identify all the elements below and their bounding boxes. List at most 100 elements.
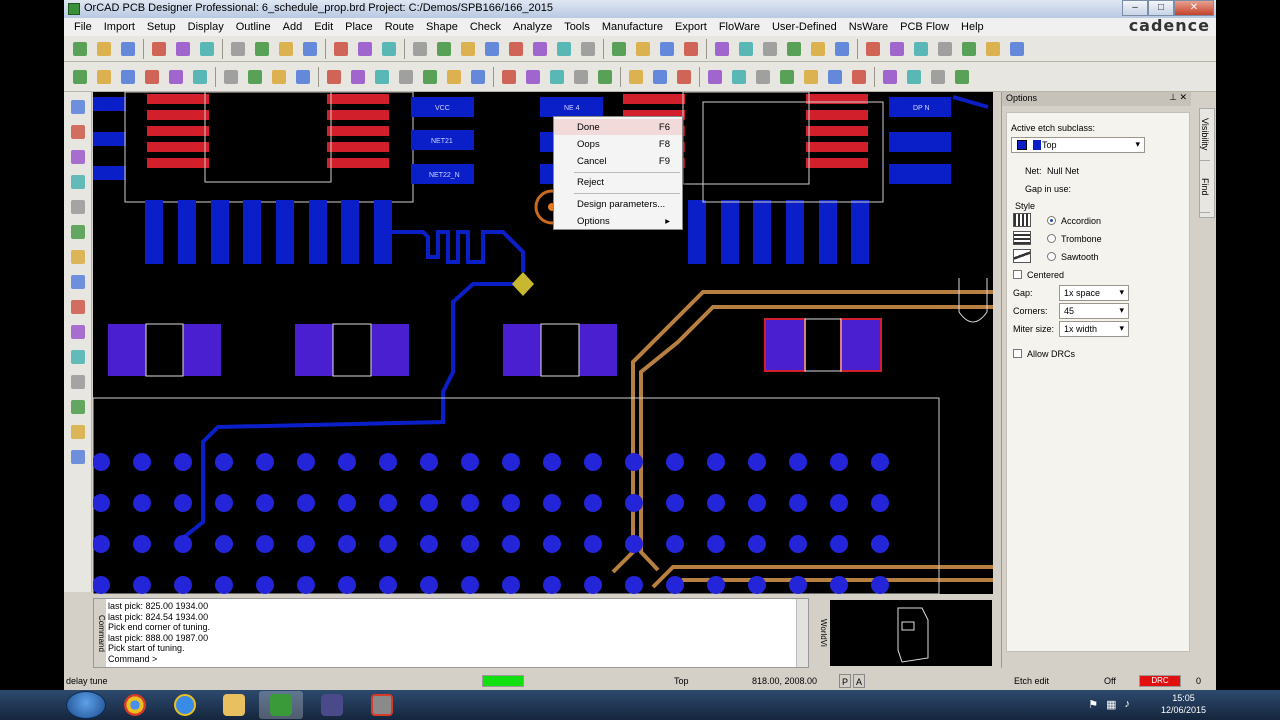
clock[interactable]: 15:05 12/06/2015: [1161, 692, 1206, 716]
toolbar-tool-icon[interactable]: [904, 67, 924, 87]
toolbar-tool-icon[interactable]: [444, 67, 464, 87]
toolbar-tool-icon[interactable]: [468, 67, 488, 87]
toolbar-tool-icon[interactable]: [825, 67, 845, 87]
side-tool-icon[interactable]: [68, 347, 88, 367]
menu-pcb-flow[interactable]: PCB Flow: [894, 21, 955, 33]
toolbar-tool-icon[interactable]: [863, 39, 883, 59]
toolbar-tool-icon[interactable]: [626, 67, 646, 87]
toolbar-tool-icon[interactable]: [372, 67, 392, 87]
toolbar-tool-icon[interactable]: [94, 39, 114, 59]
toolbar-tool-icon[interactable]: [324, 67, 344, 87]
menu-item-reject[interactable]: Reject: [554, 174, 682, 190]
toolbar-tool-icon[interactable]: [276, 39, 296, 59]
toolbar-tool-icon[interactable]: [753, 67, 773, 87]
corners-select[interactable]: 45: [1059, 303, 1129, 319]
toolbar-tool-icon[interactable]: [499, 67, 519, 87]
start-button[interactable]: [66, 691, 106, 719]
toolbar-tool-icon[interactable]: [849, 67, 869, 87]
toolbar-tool-icon[interactable]: [832, 39, 852, 59]
menu-item-options[interactable]: Options ▸: [554, 213, 682, 229]
menu-outline[interactable]: Outline: [230, 21, 277, 33]
toolbar-tool-icon[interactable]: [887, 39, 907, 59]
menu-nsware[interactable]: NsWare: [843, 21, 894, 33]
toolbar-tool-icon[interactable]: [190, 67, 210, 87]
toolbar-tool-icon[interactable]: [348, 67, 368, 87]
explorer-icon[interactable]: [212, 691, 256, 719]
menu-item-done[interactable]: Done F6: [554, 119, 682, 135]
toolbar-tool-icon[interactable]: [578, 39, 598, 59]
menu-item-cancel[interactable]: Cancel F9: [554, 153, 682, 169]
side-tool-icon[interactable]: [68, 397, 88, 417]
toolbar-tool-icon[interactable]: [458, 39, 478, 59]
toolbar-tool-icon[interactable]: [736, 39, 756, 59]
toolbar-tool-icon[interactable]: [681, 39, 701, 59]
toolbar-tool-icon[interactable]: [935, 39, 955, 59]
trombone-radio[interactable]: [1047, 234, 1056, 243]
toolbar-tool-icon[interactable]: [166, 67, 186, 87]
menu-tools[interactable]: Tools: [558, 21, 596, 33]
toolbar-tool-icon[interactable]: [928, 67, 948, 87]
toolbar-tool-icon[interactable]: [245, 67, 265, 87]
toolbar-tool-icon[interactable]: [777, 67, 797, 87]
maximize-button[interactable]: □: [1148, 0, 1174, 16]
side-tool-icon[interactable]: [68, 297, 88, 317]
menu-route[interactable]: Route: [379, 21, 420, 33]
toolbar-tool-icon[interactable]: [674, 67, 694, 87]
toolbar-tool-icon[interactable]: [547, 67, 567, 87]
toolbar-tool-icon[interactable]: [228, 39, 248, 59]
pcb-designer-taskbar-icon[interactable]: [259, 691, 303, 719]
side-tool-icon[interactable]: [68, 422, 88, 442]
toolbar-tool-icon[interactable]: [300, 39, 320, 59]
toolbar-tool-icon[interactable]: [506, 39, 526, 59]
toolbar-tool-icon[interactable]: [959, 39, 979, 59]
tab-visibility[interactable]: Visibility: [1200, 109, 1210, 161]
side-tool-icon[interactable]: [68, 122, 88, 142]
active-etch-select[interactable]: Top: [1011, 137, 1145, 153]
toolbar-tool-icon[interactable]: [149, 39, 169, 59]
toolbar-tool-icon[interactable]: [784, 39, 804, 59]
gap-select[interactable]: 1x space: [1059, 285, 1129, 301]
side-tool-icon[interactable]: [68, 172, 88, 192]
menu-analyze[interactable]: Analyze: [507, 21, 558, 33]
chrome-icon[interactable]: [113, 691, 157, 719]
minimize-button[interactable]: –: [1122, 0, 1148, 16]
menu-import[interactable]: Import: [98, 21, 141, 33]
toolbar-tool-icon[interactable]: [252, 39, 272, 59]
toolbar-tool-icon[interactable]: [221, 67, 241, 87]
toolbar-tool-icon[interactable]: [554, 39, 574, 59]
menu-edit[interactable]: Edit: [308, 21, 339, 33]
status-a[interactable]: A: [853, 674, 866, 688]
menu-user-defined[interactable]: User-Defined: [766, 21, 843, 33]
side-tool-icon[interactable]: [68, 222, 88, 242]
miter-select[interactable]: 1x width: [1059, 321, 1129, 337]
toolbar-tool-icon[interactable]: [396, 67, 416, 87]
menu-shape[interactable]: Shape: [420, 21, 464, 33]
toolbar-tool-icon[interactable]: [571, 67, 591, 87]
network-icon[interactable]: ▦: [1106, 698, 1116, 711]
toolbar-tool-icon[interactable]: [530, 39, 550, 59]
toolbar-tool-icon[interactable]: [609, 39, 629, 59]
status-p[interactable]: P: [839, 674, 852, 688]
world-view-minimap[interactable]: [830, 600, 992, 666]
toolbar-tool-icon[interactable]: [712, 39, 732, 59]
side-tool-icon[interactable]: [68, 147, 88, 167]
toolbar-tool-icon[interactable]: [482, 39, 502, 59]
toolbar-tool-icon[interactable]: [355, 39, 375, 59]
menu-add[interactable]: Add: [277, 21, 309, 33]
menu-export[interactable]: Export: [669, 21, 713, 33]
centered-checkbox[interactable]: [1013, 270, 1022, 279]
volume-icon[interactable]: ♪: [1125, 698, 1131, 711]
menu-item-design-parameters[interactable]: Design parameters...: [554, 196, 682, 212]
toolbar-tool-icon[interactable]: [633, 39, 653, 59]
menu-display[interactable]: Display: [182, 21, 230, 33]
menu-place[interactable]: Place: [339, 21, 379, 33]
toolbar-tool-icon[interactable]: [70, 67, 90, 87]
toolbar-tool-icon[interactable]: [760, 39, 780, 59]
toolbar-tool-icon[interactable]: [118, 39, 138, 59]
toolbar-tool-icon[interactable]: [94, 67, 114, 87]
menu-setup[interactable]: Setup: [141, 21, 182, 33]
menu-manufacture[interactable]: Manufacture: [596, 21, 669, 33]
toolbar-tool-icon[interactable]: [983, 39, 1003, 59]
toolbar-tool-icon[interactable]: [808, 39, 828, 59]
toolbar-tool-icon[interactable]: [880, 67, 900, 87]
